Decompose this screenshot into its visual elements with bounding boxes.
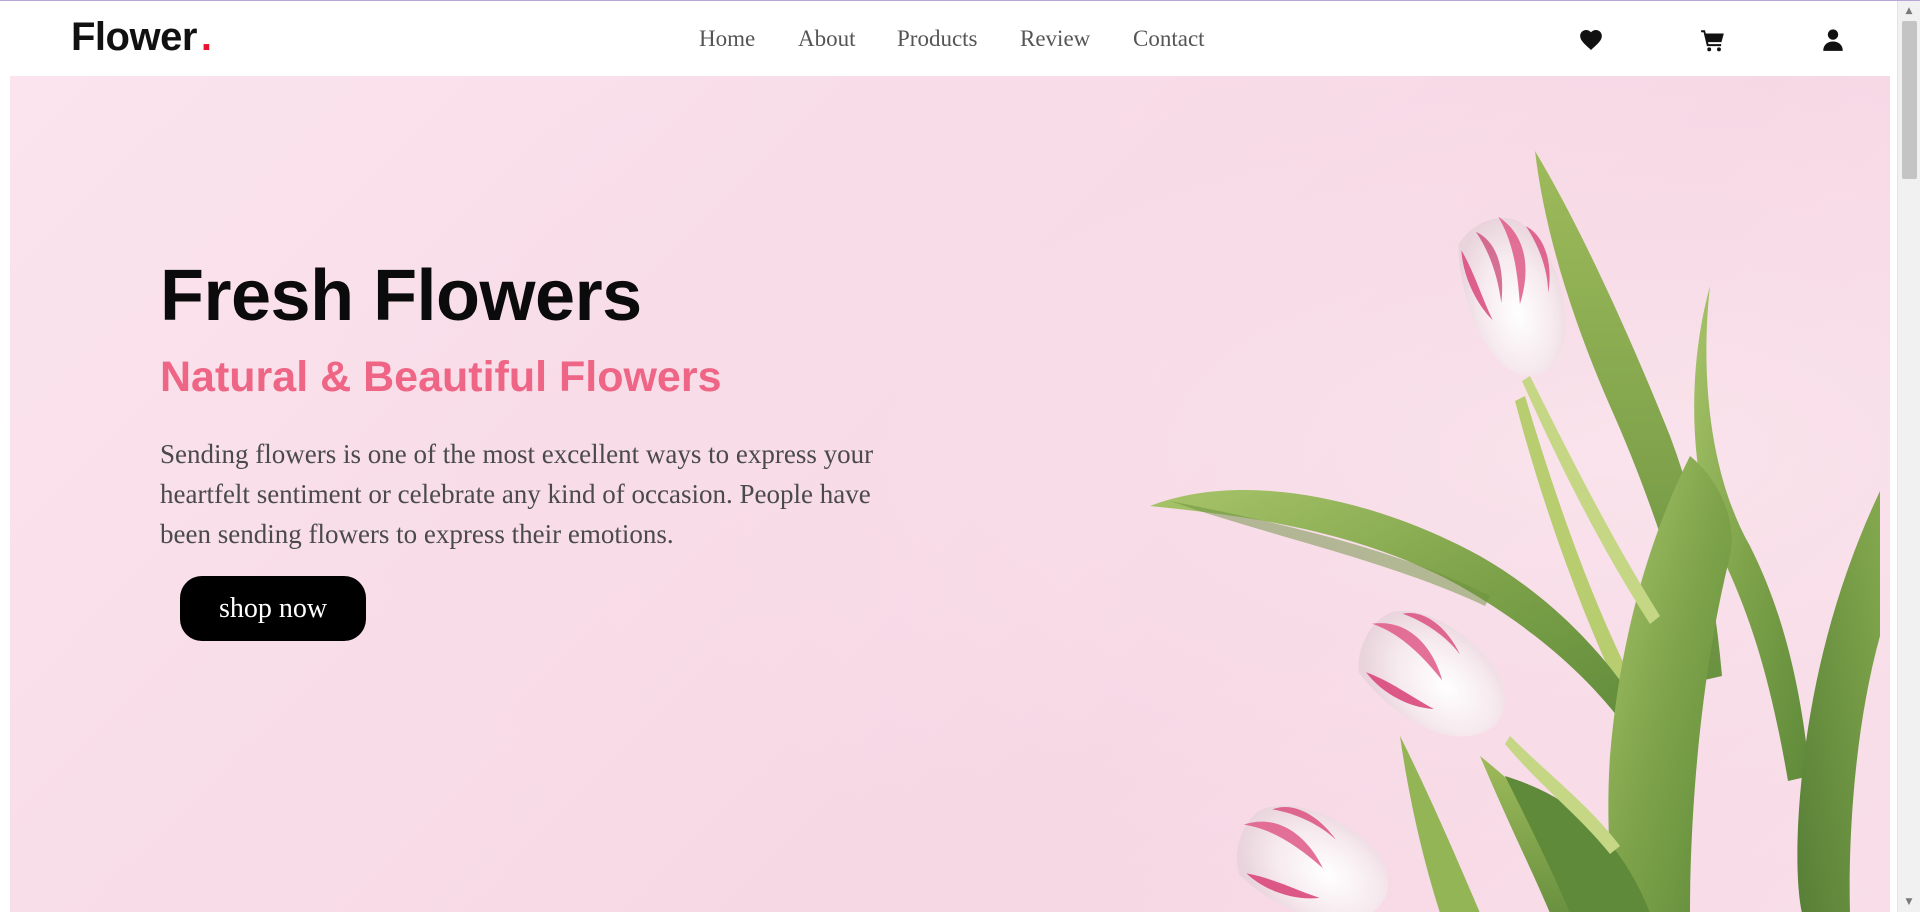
nav-link-products[interactable]: Products — [897, 23, 978, 55]
scrollbar-thumb[interactable] — [1902, 21, 1917, 179]
nav-link-about[interactable]: About — [798, 23, 856, 55]
user-icon[interactable] — [1820, 27, 1846, 53]
nav-link-home[interactable]: Home — [699, 23, 755, 55]
nav-link-contact[interactable]: Contact — [1133, 23, 1205, 55]
page: Flower. Home About Products Review Conta… — [0, 0, 1920, 912]
shop-now-button[interactable]: shop now — [180, 576, 366, 641]
site-header: Flower. Home About Products Review Conta… — [0, 1, 1890, 76]
nav-link-review[interactable]: Review — [1020, 23, 1090, 55]
vertical-scrollbar[interactable]: ▲ ▼ — [1897, 1, 1920, 912]
hero-description: Sending flowers is one of the most excel… — [160, 439, 874, 549]
scroll-down-arrow-icon[interactable]: ▼ — [1898, 894, 1920, 910]
cart-icon[interactable] — [1700, 27, 1726, 53]
hero-section: Fresh Flowers Natural & Beautiful Flower… — [10, 76, 1890, 912]
hero-title: Fresh Flowers — [160, 256, 642, 336]
hero-subtitle: Natural & Beautiful Flowers — [160, 353, 722, 401]
heart-icon[interactable] — [1578, 27, 1604, 53]
main-nav: Home About Products Review Contact — [0, 23, 1890, 55]
scroll-up-arrow-icon[interactable]: ▲ — [1898, 3, 1920, 19]
